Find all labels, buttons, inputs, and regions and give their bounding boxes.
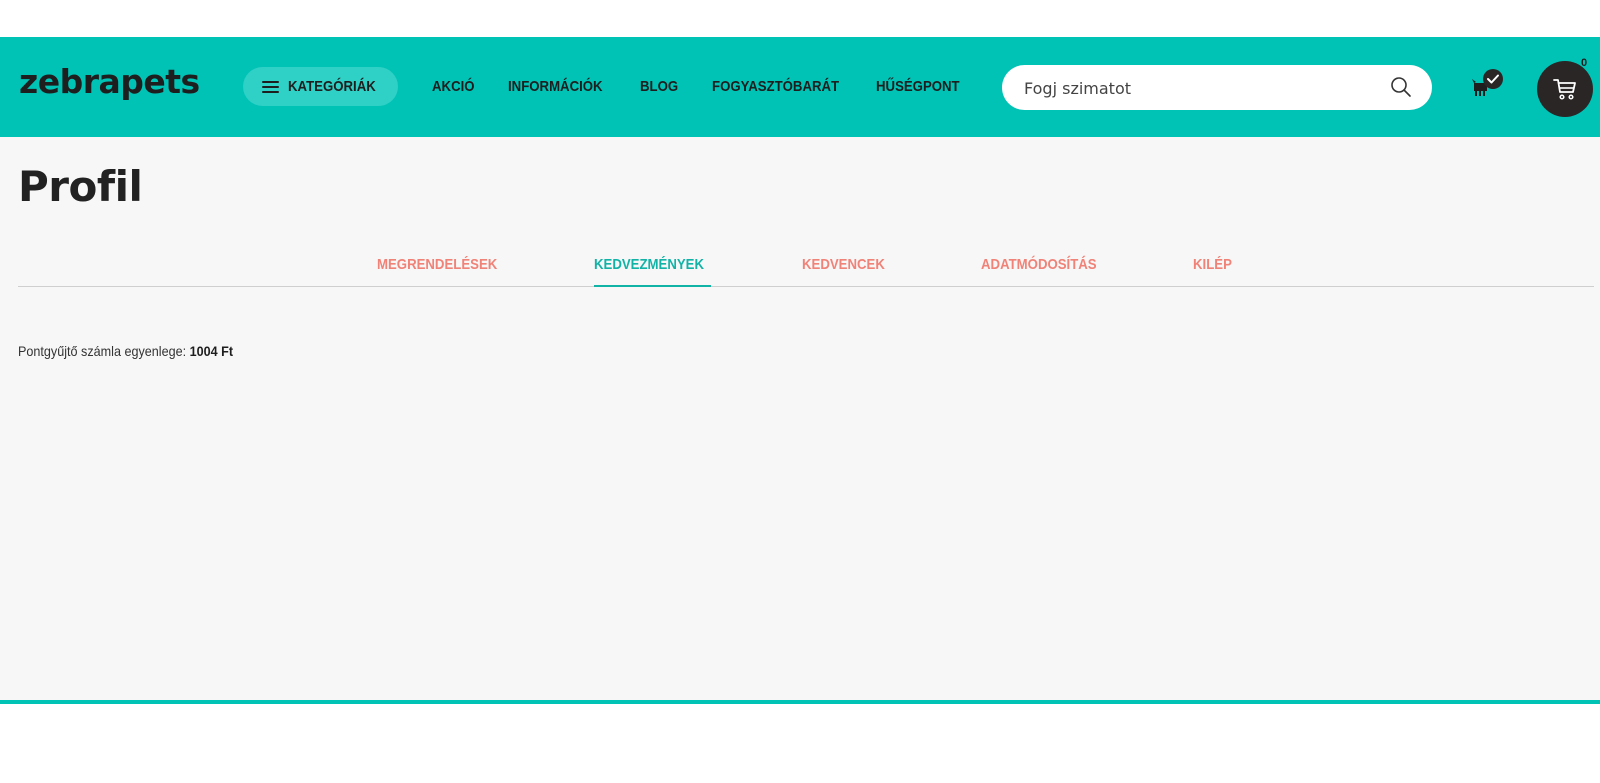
points-balance-value: 1004 Ft (189, 343, 234, 359)
site-header: zebrapets KATEGÓRIÁK AKCIÓ INFORMÁCIÓK B… (0, 37, 1600, 137)
categories-label: KATEGÓRIÁK (288, 78, 376, 95)
nav-link-blog[interactable]: BLOG (640, 78, 678, 95)
search-box (1002, 65, 1432, 110)
tab-adatmodositas[interactable]: ADATMÓDOSÍTÁS (981, 256, 1097, 273)
cart-count-badge: 0 (1581, 57, 1588, 69)
nav-link-fogyasztobarat[interactable]: FOGYASZTÓBARÁT (712, 78, 839, 95)
footer-area (0, 704, 1600, 783)
search-icon[interactable] (1390, 76, 1412, 98)
nav-link-husegpont[interactable]: HŰSÉGPONT (876, 78, 960, 95)
profile-page: Profil MEGRENDELÉSEK KEDVEZMÉNYEK KEDVEN… (0, 137, 1600, 700)
cart-button[interactable] (1537, 61, 1593, 117)
page-title: Profil (18, 162, 143, 211)
categories-button[interactable]: KATEGÓRIÁK (243, 67, 398, 106)
top-spacer (0, 0, 1600, 37)
search-input[interactable] (1024, 76, 1374, 100)
tab-kedvezmenyek[interactable]: KEDVEZMÉNYEK (594, 256, 704, 273)
active-tab-indicator (594, 285, 711, 287)
points-balance: Pontgyűjtő számla egyenlege: 1004 Ft (18, 343, 233, 359)
logo[interactable]: zebrapets (19, 65, 200, 98)
tab-kedvencek[interactable]: KEDVENCEK (802, 256, 885, 273)
profile-tabs: MEGRENDELÉSEK KEDVEZMÉNYEK KEDVENCEK ADA… (18, 245, 1594, 287)
nav-link-informaciok[interactable]: INFORMÁCIÓK (508, 78, 603, 95)
cart-icon (1553, 79, 1576, 100)
pet-check-icon[interactable] (1472, 67, 1506, 97)
tab-megrendelesek[interactable]: MEGRENDELÉSEK (377, 256, 497, 273)
hamburger-icon (262, 80, 279, 93)
tab-kilep[interactable]: KILÉP (1193, 256, 1232, 273)
nav-link-akcio[interactable]: AKCIÓ (432, 78, 475, 95)
points-balance-label: Pontgyűjtő számla egyenlege: (18, 343, 190, 359)
